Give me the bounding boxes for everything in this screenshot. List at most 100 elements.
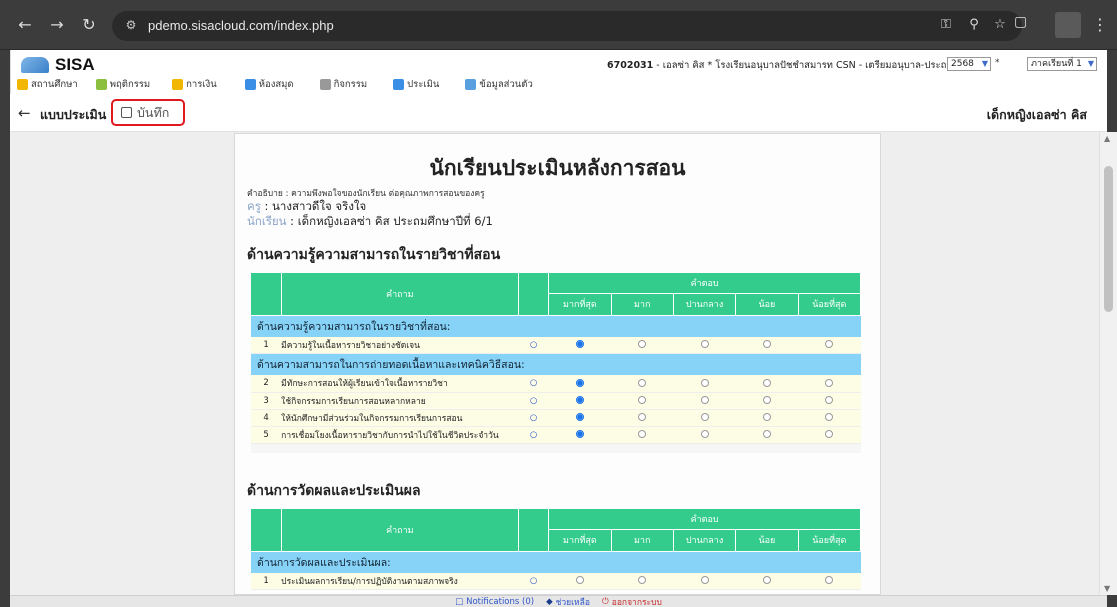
zoom-icon[interactable]: ⚲ (964, 17, 984, 35)
radio-button[interactable] (825, 340, 834, 349)
radio-button[interactable] (575, 413, 584, 421)
radio-button[interactable] (638, 430, 647, 438)
student-line: นักเรียน : เด็กหญิงเอลซ่า คิส ประถมศึกษา… (247, 213, 493, 231)
option-cell (673, 572, 736, 590)
category-row: ด้านความสามารถในการถ่ายทอดเนื้อหาและเทคน… (251, 353, 861, 375)
radio-button[interactable] (575, 340, 584, 349)
radio-button[interactable] (825, 396, 834, 404)
radio-button[interactable] (762, 378, 771, 387)
option-cell (611, 572, 674, 590)
scroll-thumb[interactable] (1104, 166, 1113, 312)
radio-button[interactable] (638, 576, 647, 585)
spacer-row (251, 443, 861, 453)
logout-label: ออกจากระบบ (611, 597, 662, 607)
scroll-up-icon[interactable]: ▲ (1104, 134, 1110, 143)
table-header-row: คำถาม คำตอบ (251, 273, 861, 316)
back-icon[interactable]: ← (14, 14, 36, 36)
radio-button[interactable] (762, 430, 771, 438)
radio-button[interactable] (762, 413, 771, 421)
radio-button[interactable] (825, 413, 834, 421)
page-title: นักเรียนประเมินหลังการสอน (429, 156, 686, 180)
term-select[interactable]: ภาคเรียนที่ 1 ▼ (1027, 57, 1097, 71)
radio-button[interactable] (825, 378, 834, 387)
bookmark-star-icon[interactable]: ☆ (990, 17, 1010, 35)
session-details: - เอลซ่า คิส * โรงเรียนอนุบาลปัชชำสมารท … (653, 60, 984, 71)
save-label: บันทึก (137, 104, 170, 120)
sisa-logo-icon (21, 57, 49, 73)
radio-button[interactable] (700, 576, 709, 585)
option-cell (611, 392, 674, 410)
option-cell (798, 426, 861, 444)
url-text: pdemo.sisacloud.com/index.php (148, 18, 334, 33)
radio-button[interactable] (575, 396, 584, 404)
category-row: ด้านการวัดผลและประเมินผล: (251, 551, 861, 573)
radio-button[interactable] (638, 396, 647, 404)
behavior-icon (95, 78, 107, 90)
comment-icon[interactable]: ○ (518, 409, 549, 427)
student-value: : เด็กหญิงเอลซ่า คิส ประถมศึกษาปีที่ 6/1 (286, 214, 493, 228)
menu-profile[interactable]: ข้อมูลส่วนตัว (465, 76, 533, 92)
radio-button[interactable] (700, 413, 709, 421)
comment-icon[interactable]: ○ (518, 336, 549, 354)
radio-button[interactable] (700, 430, 709, 438)
menu-label: ห้องสมุด (258, 78, 294, 90)
question-number: 3 (251, 392, 282, 410)
site-info-icon[interactable]: ⚙ (122, 18, 140, 34)
extensions-icon[interactable]: ▢ (1014, 14, 1034, 36)
radio-button[interactable] (700, 378, 709, 387)
evaluation-form: นักเรียนประเมินหลังการสอน คำอธิบาย : ควา… (234, 133, 881, 595)
option-cell (735, 409, 799, 427)
radio-button[interactable] (638, 378, 647, 387)
menu-library[interactable]: ห้องสมุด (244, 76, 294, 92)
key-icon[interactable]: ⚿ (936, 17, 956, 35)
radio-button[interactable] (762, 576, 771, 585)
option-header: มากที่สุด (548, 529, 612, 552)
radio-button[interactable] (575, 576, 584, 585)
year-select[interactable]: 2568 ▼ (947, 57, 991, 71)
help-link[interactable]: ◆ ช่วยเหลือ (546, 595, 590, 607)
option-cell (548, 336, 612, 354)
address-bar[interactable]: ⚙ pdemo.sisacloud.com/index.php ⚿ ⚲ ☆ (112, 11, 1022, 41)
option-cell (548, 409, 612, 427)
forward-icon[interactable]: → (46, 14, 68, 36)
notifications-link[interactable]: □ Notifications (0) (455, 597, 534, 607)
comment-icon[interactable]: ○ (518, 572, 549, 590)
option-header: มากที่สุด (548, 293, 612, 316)
header-spacer (518, 273, 550, 316)
menu-behavior[interactable]: พฤติกรรม (95, 76, 150, 92)
required-mark: * (995, 58, 1000, 68)
browser-toolbar: ← → ↻ ⚙ pdemo.sisacloud.com/index.php ⚿ … (0, 0, 1117, 50)
question-number: 4 (251, 409, 282, 427)
menu-activity[interactable]: กิจกรรม (319, 76, 367, 92)
menu-evaluate[interactable]: ประเมิน (393, 76, 439, 92)
comment-icon[interactable]: ○ (518, 375, 549, 393)
menu-school[interactable]: สถานศึกษา (17, 76, 78, 92)
radio-button[interactable] (700, 396, 709, 404)
radio-button[interactable] (762, 396, 771, 404)
radio-button[interactable] (825, 576, 834, 585)
save-button[interactable]: บันทึก (111, 99, 185, 126)
comment-icon[interactable]: ○ (518, 392, 549, 410)
radio-button[interactable] (762, 340, 771, 349)
radio-button[interactable] (825, 430, 834, 438)
browser-menu-icon[interactable]: ⋮ (1092, 12, 1108, 38)
scroll-down-icon[interactable]: ▼ (1104, 584, 1110, 593)
radio-button[interactable] (638, 413, 647, 421)
comment-icon[interactable]: ○ (518, 426, 549, 444)
page-scrollbar[interactable]: ▲ ▼ (1099, 132, 1117, 595)
radio-button[interactable] (638, 340, 647, 349)
back-arrow-icon[interactable]: ← (18, 104, 31, 122)
profile-avatar[interactable] (1055, 12, 1081, 38)
session-info: 6702031 - เอลซ่า คิส * โรงเรียนอนุบาลปัช… (607, 58, 984, 73)
radio-button[interactable] (575, 430, 584, 438)
logout-link[interactable]: ⏻ ออกจากระบบ (602, 595, 662, 607)
question-table: คำถาม คำตอบ มากที่สุด มาก ปานกลาง น้อย น้อยที่… (251, 273, 862, 453)
category-row: ด้านความรู้ความสามารถในรายวิชาที่สอน: (251, 315, 861, 337)
radio-button[interactable] (575, 378, 584, 387)
radio-button[interactable] (700, 340, 709, 349)
sisa-logo[interactable]: SISA (21, 55, 95, 74)
menu-finance[interactable]: การเงิน (172, 76, 217, 92)
category-label: ด้านความสามารถในการถ่ายทอดเนื้อหาและเทคน… (257, 359, 525, 371)
reload-icon[interactable]: ↻ (78, 14, 100, 36)
question-column-header: คำถาม (281, 273, 520, 316)
